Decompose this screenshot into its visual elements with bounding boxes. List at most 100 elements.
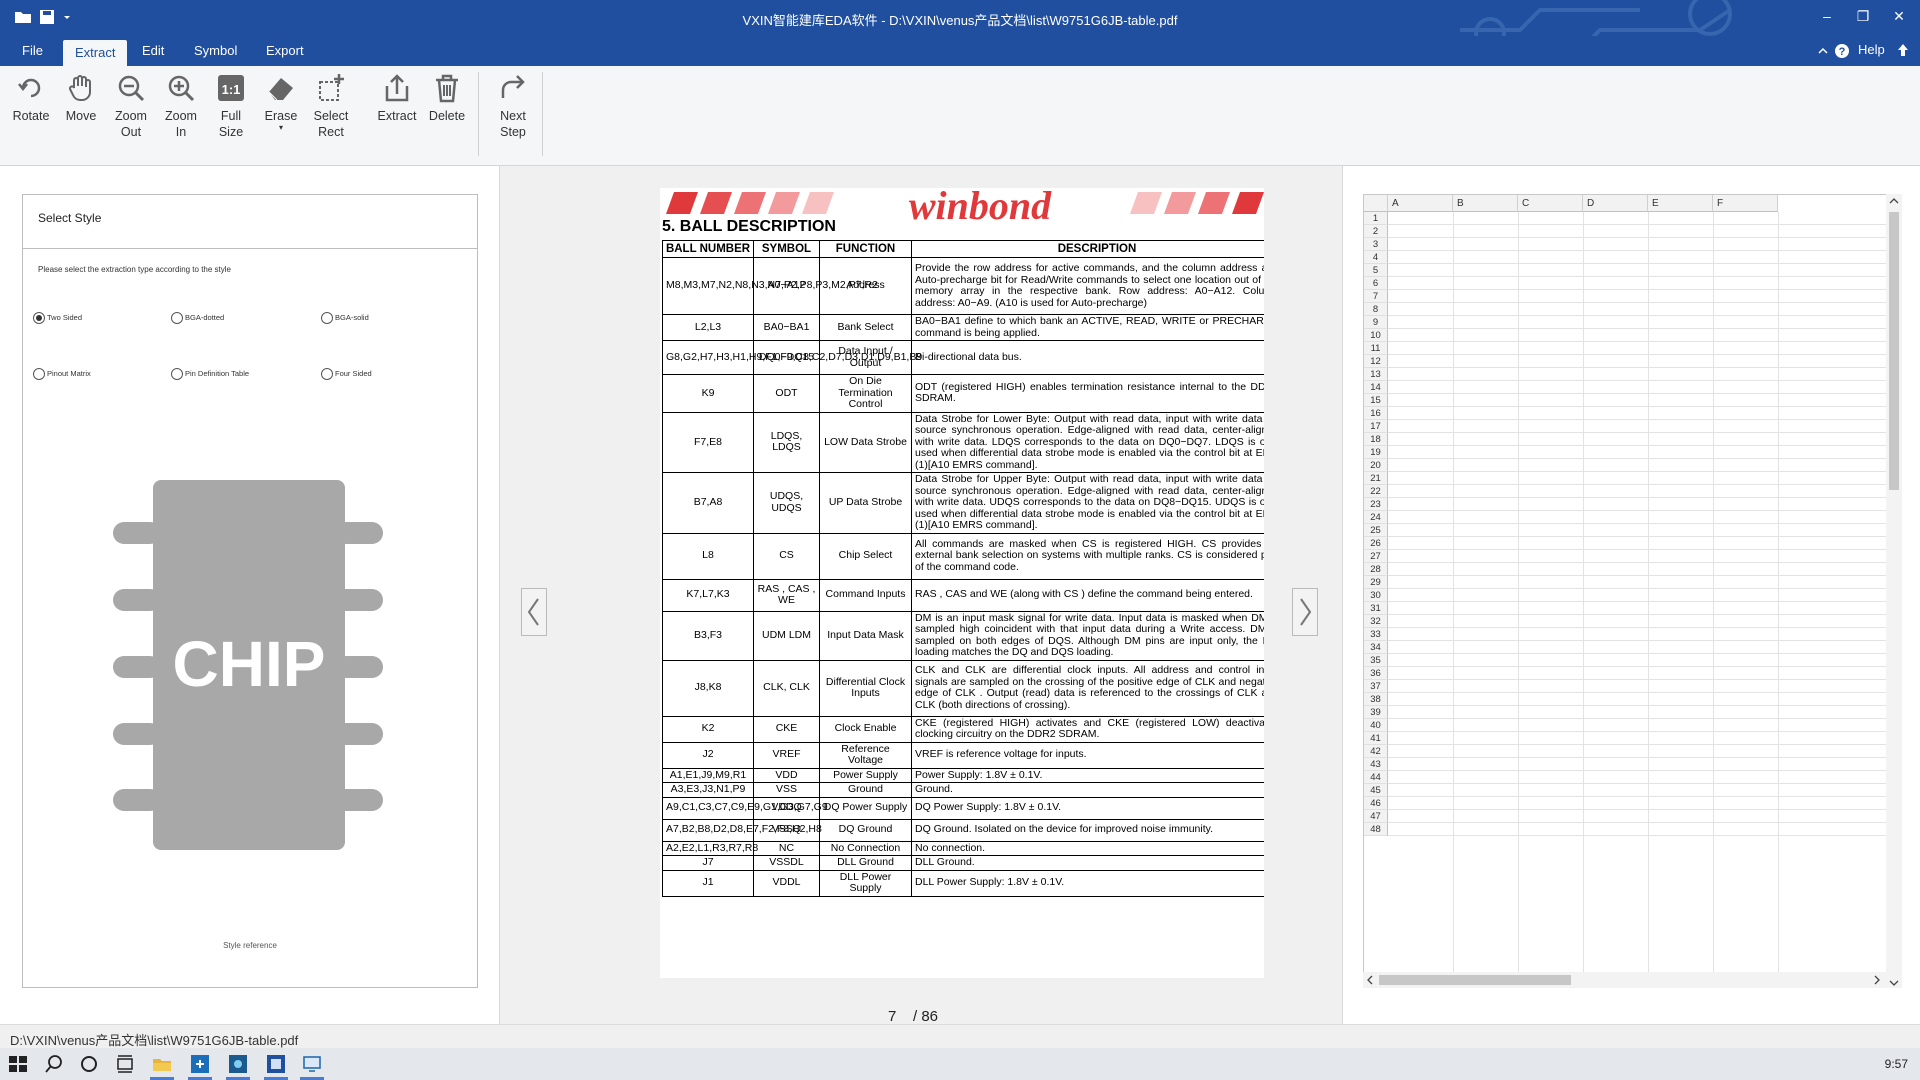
minimize-button[interactable]: – [1812,6,1842,28]
row-header[interactable]: 28 [1364,563,1388,576]
app-icon-1[interactable] [190,1054,210,1074]
row-header[interactable]: 6 [1364,277,1388,290]
column-header[interactable]: C [1518,195,1583,212]
radio-bga-dotted[interactable]: BGA-dotted [171,311,224,325]
pin-icon[interactable] [1896,43,1910,59]
row-header[interactable]: 47 [1364,810,1388,823]
row-header[interactable]: 9 [1364,316,1388,329]
row-header[interactable]: 44 [1364,771,1388,784]
column-header[interactable]: F [1713,195,1778,212]
row-header[interactable]: 19 [1364,446,1388,459]
row-header[interactable]: 37 [1364,680,1388,693]
row-header[interactable]: 25 [1364,524,1388,537]
menu-file[interactable]: File [10,36,55,66]
current-page[interactable]: 7 [888,1008,896,1025]
zoom-out-button[interactable]: Zoom Out [107,72,155,140]
row-header[interactable]: 20 [1364,459,1388,472]
row-header[interactable]: 23 [1364,498,1388,511]
row-header[interactable]: 43 [1364,758,1388,771]
row-header[interactable]: 3 [1364,238,1388,251]
row-header[interactable]: 32 [1364,615,1388,628]
row-header[interactable]: 39 [1364,706,1388,719]
rotate-button[interactable]: Rotate [7,72,55,124]
next-page-button[interactable] [1292,588,1318,636]
search-icon[interactable] [44,1054,64,1074]
row-header[interactable]: 15 [1364,394,1388,407]
row-header[interactable]: 45 [1364,784,1388,797]
next-step-button[interactable]: Next Step [489,72,537,140]
spreadsheet-grid[interactable]: A B C D E F 1 2 3 4 5 6 7 8 9 10 11 12 13 14 15 16 17 18 19 20 21 2… [1363,194,1887,988]
menu-symbol[interactable]: Symbol [182,36,249,66]
column-header[interactable]: E [1648,195,1713,212]
collapse-ribbon-icon[interactable] [1818,46,1828,56]
radio-bga-solid[interactable]: BGA-solid [321,311,369,325]
row-header[interactable]: 21 [1364,472,1388,485]
erase-button[interactable]: Erase ▾ [257,72,305,132]
row-header[interactable]: 12 [1364,355,1388,368]
windows-start-icon[interactable] [8,1054,28,1074]
close-button[interactable]: ✕ [1884,6,1914,28]
sheet-corner[interactable] [1364,195,1388,212]
row-header[interactable]: 10 [1364,329,1388,342]
move-button[interactable]: Move [57,72,105,124]
row-header[interactable]: 41 [1364,732,1388,745]
row-header[interactable]: 13 [1364,368,1388,381]
row-header[interactable]: 42 [1364,745,1388,758]
row-header[interactable]: 29 [1364,576,1388,589]
row-header[interactable]: 2 [1364,225,1388,238]
row-header[interactable]: 16 [1364,407,1388,420]
row-header[interactable]: 34 [1364,641,1388,654]
row-header[interactable]: 14 [1364,381,1388,394]
row-header[interactable]: 38 [1364,693,1388,706]
row-header[interactable]: 31 [1364,602,1388,615]
row-header[interactable]: 40 [1364,719,1388,732]
row-header[interactable]: 17 [1364,420,1388,433]
column-header[interactable]: B [1453,195,1518,212]
taskbar-clock[interactable]: 9:57 [1885,1057,1908,1071]
radio-two-sided[interactable]: Two Sided [33,311,82,325]
radio-pin-definition-table[interactable]: Pin Definition Table [171,367,249,381]
row-header[interactable]: 1 [1364,212,1388,225]
row-header[interactable]: 11 [1364,342,1388,355]
extract-button[interactable]: Extract [373,72,421,124]
help-label[interactable]: Help [1858,42,1885,57]
row-header[interactable]: 27 [1364,550,1388,563]
horizontal-scrollbar[interactable] [1363,972,1887,988]
prev-page-button[interactable] [521,588,547,636]
row-header[interactable]: 8 [1364,303,1388,316]
restore-button[interactable]: ❐ [1848,6,1878,28]
task-view-icon[interactable] [115,1054,135,1074]
column-header[interactable]: D [1583,195,1648,212]
row-header[interactable]: 35 [1364,654,1388,667]
radio-four-sided[interactable]: Four Sided [321,367,372,381]
row-header[interactable]: 4 [1364,251,1388,264]
row-header[interactable]: 30 [1364,589,1388,602]
row-header[interactable]: 46 [1364,797,1388,810]
vxin-eda-taskbar-icon[interactable] [266,1054,286,1074]
row-header[interactable]: 22 [1364,485,1388,498]
app-icon-2[interactable] [228,1054,248,1074]
remote-desktop-icon[interactable] [302,1054,322,1074]
full-size-button[interactable]: 1:1 Full Size [207,72,255,140]
row-header[interactable]: 18 [1364,433,1388,446]
row-header[interactable]: 5 [1364,264,1388,277]
zoom-in-button[interactable]: Zoom In [157,72,205,140]
help-icon[interactable]: ? [1834,43,1850,59]
cortana-icon[interactable] [79,1054,99,1074]
vertical-scrollbar[interactable] [1886,194,1902,988]
row-header[interactable]: 26 [1364,537,1388,550]
column-header[interactable]: A [1388,195,1453,212]
select-rect-button[interactable]: Select Rect [307,72,355,140]
row-header[interactable]: 36 [1364,667,1388,680]
delete-button[interactable]: Delete [423,72,471,124]
row-header[interactable]: 24 [1364,511,1388,524]
menu-export[interactable]: Export [254,36,316,66]
row-header[interactable]: 7 [1364,290,1388,303]
menu-edit[interactable]: Edit [130,36,176,66]
row-header[interactable]: 33 [1364,628,1388,641]
row-header[interactable]: 48 [1364,823,1388,836]
radio-pinout-matrix[interactable]: Pinout Matrix [33,367,91,381]
menu-extract[interactable]: Extract [63,40,128,66]
file-explorer-icon[interactable] [152,1054,172,1074]
erase-dropdown-icon[interactable]: ▾ [257,124,305,132]
